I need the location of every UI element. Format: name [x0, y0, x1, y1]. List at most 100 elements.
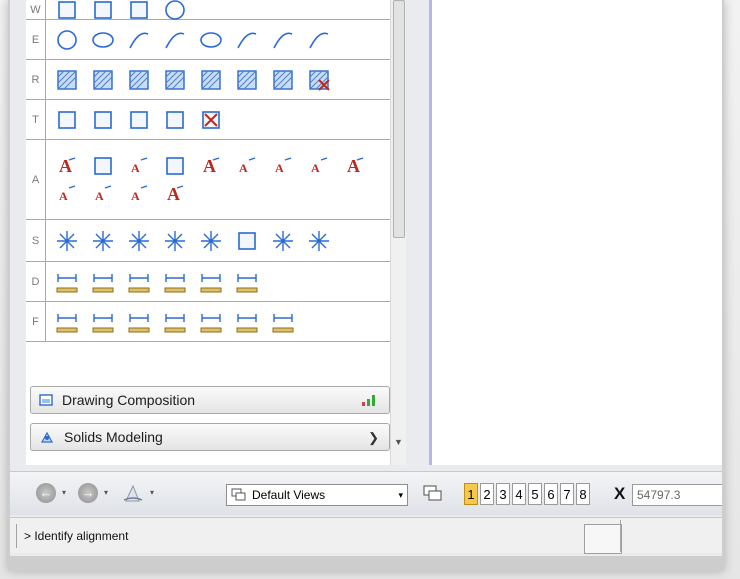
status-bar: > Identify alignment [10, 517, 722, 554]
window-icon [39, 394, 53, 406]
place-arrow-icon[interactable] [232, 227, 262, 255]
solids-modeling-header[interactable]: Solids Modeling ❯ [30, 423, 390, 451]
microstation-window: WERTAAAAAAAAAAAASDF Drawing Composition [10, 0, 722, 556]
hatch-area-icon[interactable] [52, 66, 82, 94]
pattern-area-icon[interactable] [124, 66, 154, 94]
match-pattern-icon[interactable] [232, 66, 262, 94]
enter-data-field-icon[interactable]: A [160, 180, 190, 208]
scrollbar-thumb[interactable] [393, 0, 405, 238]
dimension-3d-icon[interactable] [232, 268, 262, 296]
dimension-stack-icon[interactable] [88, 308, 118, 336]
drawing-composition-header[interactable]: Drawing Composition [30, 386, 390, 414]
create-complex-icon[interactable] [88, 106, 118, 134]
place-ellipse-icon[interactable] [88, 26, 118, 54]
active-cell-icon[interactable] [268, 227, 298, 255]
text-node-icon[interactable]: A [124, 180, 154, 208]
construct-curve-icon[interactable] [304, 26, 334, 54]
show-pattern-icon[interactable] [196, 66, 226, 94]
modify-arc-icon[interactable] [160, 26, 190, 54]
view-toolbar: ← ▾ → ▾ ▾ Default Views ▾ 12345678 X 547… [10, 471, 722, 515]
svg-text:A: A [59, 189, 68, 203]
task-panel-scrollbar[interactable]: ▼ [390, 0, 406, 465]
dimension-angle-icon[interactable] [124, 268, 154, 296]
view-4-button[interactable]: 4 [512, 483, 526, 505]
edit-text-icon[interactable]: A [124, 152, 154, 180]
back-dropdown-icon[interactable]: ▾ [62, 488, 66, 497]
status-indicator-box[interactable] [584, 524, 622, 554]
x-coordinate-field[interactable]: 54797.3 [632, 484, 722, 506]
forward-button[interactable]: → [78, 483, 98, 503]
drop-complex-icon[interactable] [196, 106, 226, 134]
dimension-diagonal-icon[interactable] [124, 308, 154, 336]
view-8-button[interactable]: 8 [576, 483, 590, 505]
view-2-button[interactable]: 2 [480, 483, 494, 505]
view-5-button[interactable]: 5 [528, 483, 542, 505]
dimension-ordinate-icon[interactable] [160, 308, 190, 336]
crosshatch-area-icon[interactable] [88, 66, 118, 94]
cell-library-icon[interactable] [304, 227, 334, 255]
dimension-radius-icon[interactable] [196, 268, 226, 296]
chevron-down-icon[interactable]: ❯ [368, 430, 379, 446]
view-7-button[interactable]: 7 [560, 483, 574, 505]
view-6-button[interactable]: 6 [544, 483, 558, 505]
place-text-icon[interactable]: A [52, 152, 82, 180]
scroll-down-arrow-icon[interactable]: ▼ [394, 437, 403, 447]
solids-icon [40, 431, 54, 443]
tool-row-letter: A [26, 140, 46, 219]
text-along-icon[interactable]: A [268, 152, 298, 180]
place-half-ellipse-icon[interactable] [196, 26, 226, 54]
back-button[interactable]: ← [36, 483, 56, 503]
analyze-region-icon[interactable] [160, 106, 190, 134]
find-text-icon[interactable]: A [196, 152, 226, 180]
replace-cell-icon[interactable] [160, 227, 190, 255]
increment-text-icon[interactable]: A [304, 152, 334, 180]
dimension-linear-icon[interactable] [52, 308, 82, 336]
svg-text:A: A [239, 161, 248, 175]
dimension-chain-icon[interactable] [232, 308, 262, 336]
place-cell-icon[interactable] [52, 227, 82, 255]
change-pattern-icon[interactable] [268, 66, 298, 94]
view-1-button[interactable]: 1 [464, 483, 478, 505]
x-coordinate-label: X [614, 484, 626, 503]
view-workspace[interactable] [429, 0, 722, 465]
screenshot-frame: WERTAAAAAAAAAAAASDF Drawing Composition [0, 0, 740, 579]
svg-text:A: A [95, 189, 104, 203]
views-dropdown-arrow-icon[interactable]: ▾ [398, 490, 403, 501]
view-rotation-icon[interactable] [122, 482, 144, 504]
delete-pattern-icon[interactable] [304, 66, 334, 94]
status-divider [16, 524, 17, 548]
place-curve-icon[interactable] [268, 26, 298, 54]
dimension-points-icon[interactable] [268, 308, 298, 336]
place-circle-icon[interactable] [52, 26, 82, 54]
select-cell-icon[interactable] [124, 227, 154, 255]
place-note-icon[interactable] [88, 152, 118, 180]
identify-cell-icon[interactable] [196, 227, 226, 255]
rotation-dropdown-icon[interactable]: ▾ [150, 488, 154, 497]
dimension-size-icon[interactable] [160, 268, 190, 296]
linear-pattern-icon[interactable] [160, 66, 190, 94]
match-text-icon[interactable]: A [52, 180, 82, 208]
tool-row-a: AAAAAAAAAAAA [26, 140, 396, 220]
view-groups-icon[interactable] [422, 483, 444, 505]
dimension-arc-icon[interactable] [88, 268, 118, 296]
place-arc-icon[interactable] [124, 26, 154, 54]
text-above-icon[interactable]: A [232, 152, 262, 180]
tool-row-letter: E [26, 20, 46, 59]
display-text-icon[interactable]: A [88, 180, 118, 208]
dimension-arrow-icon[interactable] [196, 308, 226, 336]
spell-check-icon[interactable] [160, 152, 190, 180]
create-region-icon[interactable] [52, 106, 82, 134]
svg-text:A: A [131, 189, 140, 203]
tool-row-t: T [26, 100, 396, 140]
group-holes-icon[interactable] [124, 106, 154, 134]
view-3-button[interactable]: 3 [496, 483, 510, 505]
define-cell-icon[interactable] [88, 227, 118, 255]
change-text-icon[interactable]: A [340, 152, 370, 180]
status-prompt: > Identify alignment [24, 529, 129, 543]
tool-row-s: S [26, 220, 396, 262]
place-arc-center-icon[interactable] [232, 26, 262, 54]
default-views-select[interactable]: Default Views ▾ [226, 484, 408, 506]
tool-row-d: D [26, 262, 396, 302]
dimension-element-icon[interactable] [52, 268, 82, 296]
forward-dropdown-icon[interactable]: ▾ [104, 488, 108, 497]
